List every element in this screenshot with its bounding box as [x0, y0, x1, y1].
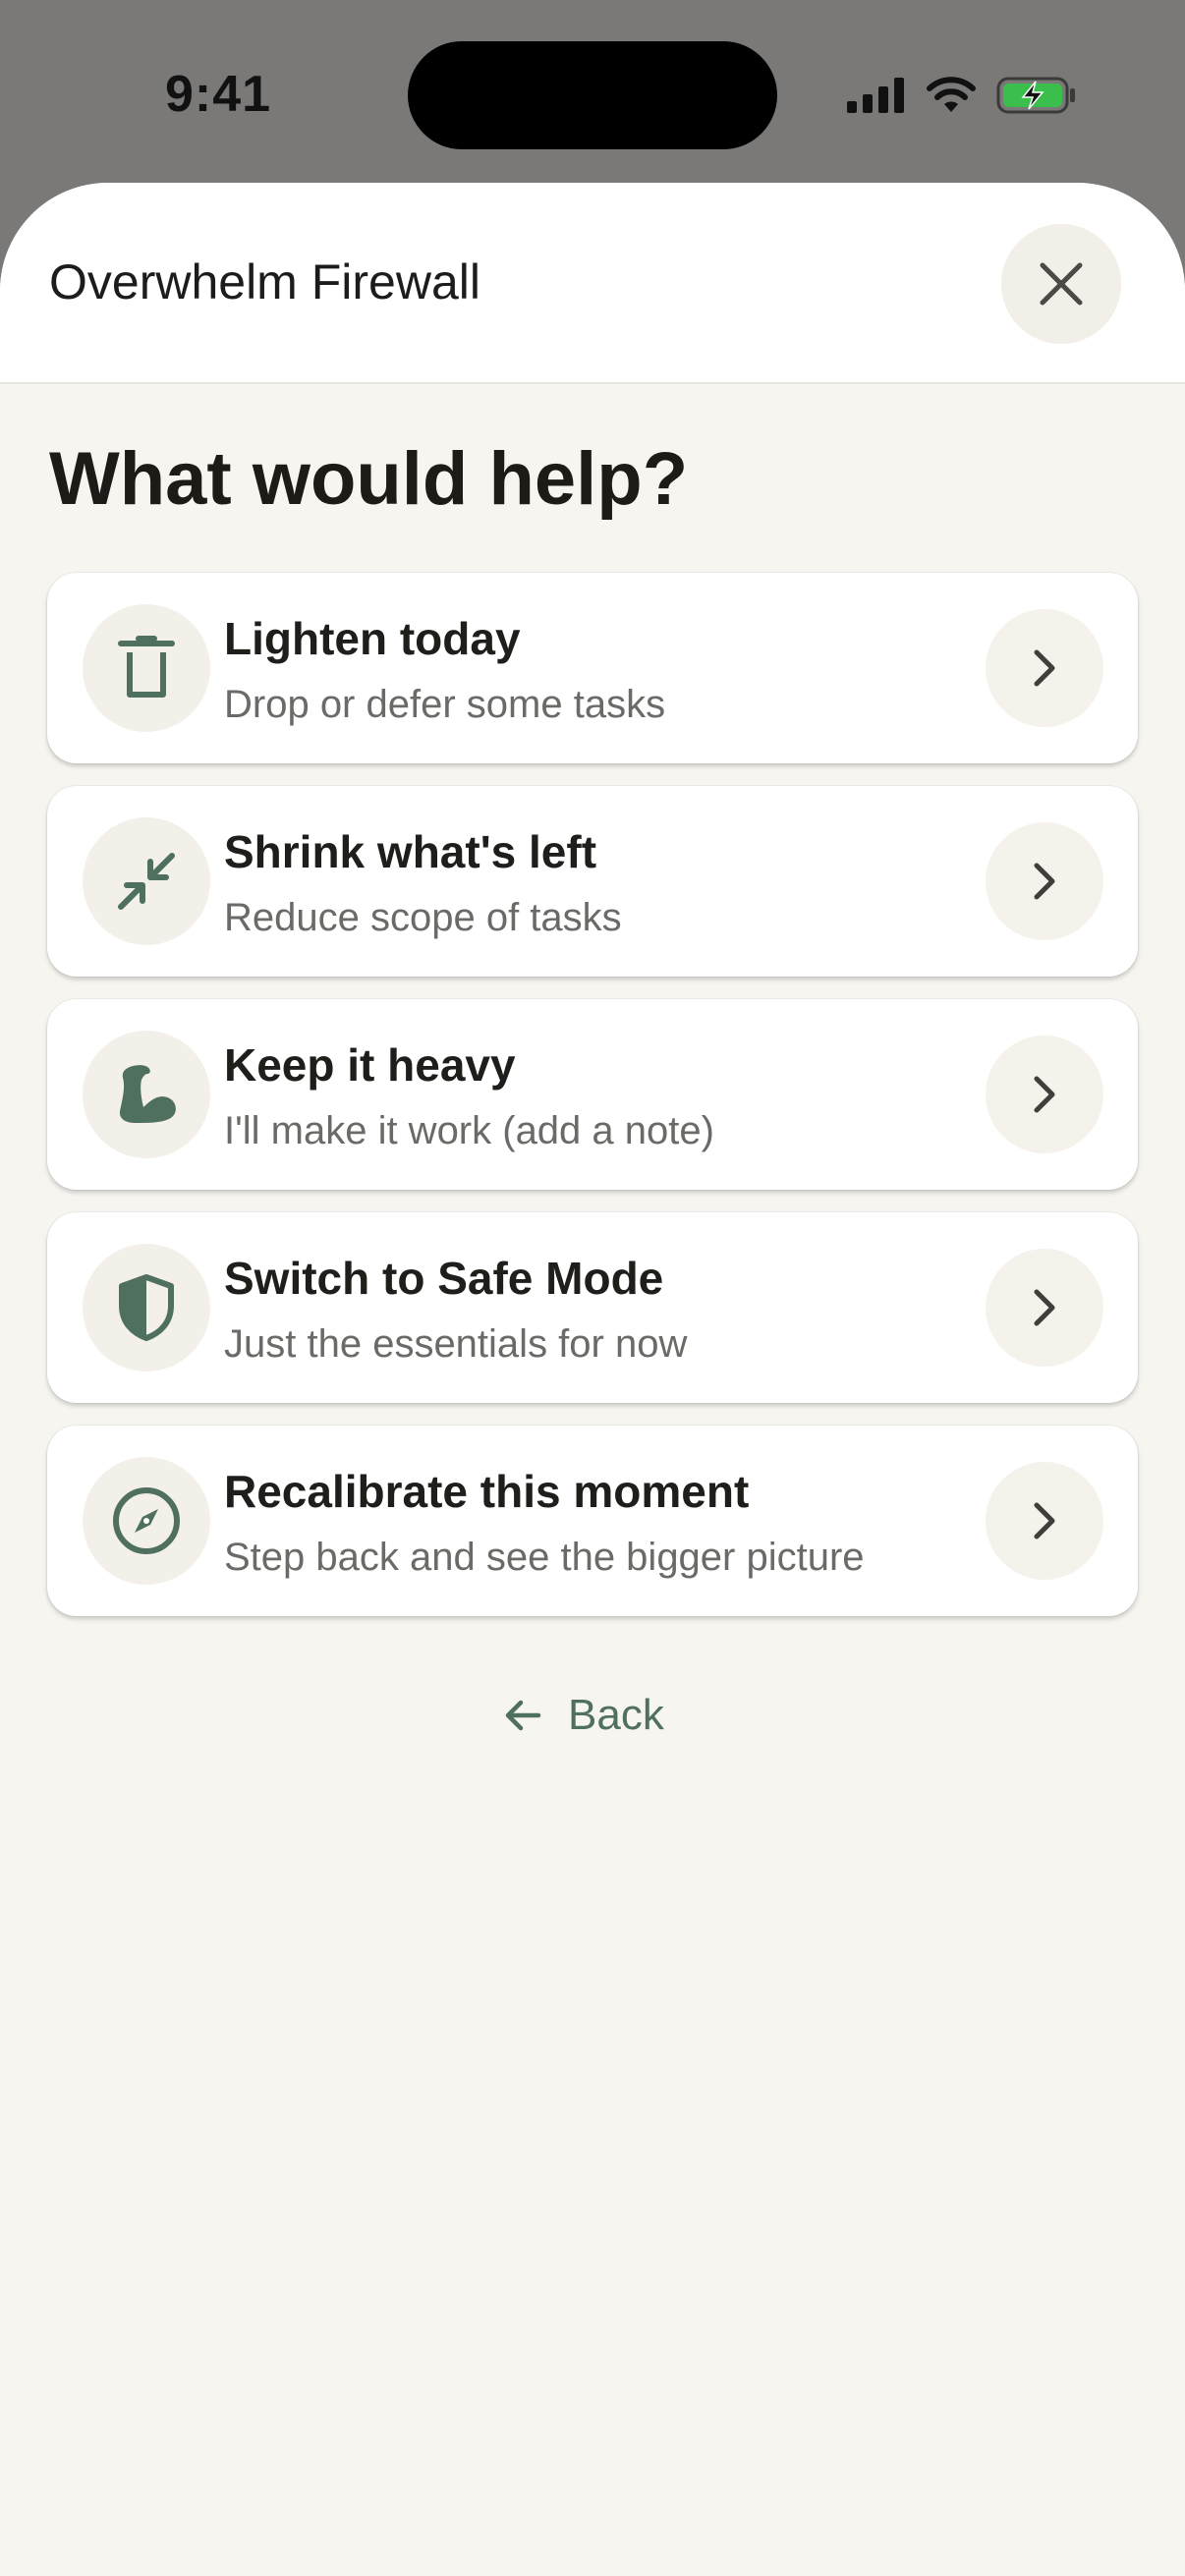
sheet-header: Overwhelm Firewall	[0, 183, 1185, 384]
option-title: Switch to Safe Mode	[224, 1253, 664, 1304]
compass-icon	[113, 1487, 180, 1554]
status-bar: 9:41	[0, 0, 1185, 187]
option-subtitle: Reduce scope of tasks	[224, 896, 622, 939]
option-lighten-today[interactable]: Lighten today Drop or defer some tasks	[47, 573, 1138, 763]
chevron-right-icon	[1034, 1289, 1055, 1326]
option-icon-container	[83, 817, 210, 945]
back-button[interactable]: Back	[503, 1686, 664, 1745]
chevron-right-icon	[1034, 649, 1055, 687]
option-title: Keep it heavy	[224, 1039, 516, 1091]
back-label: Back	[568, 1691, 664, 1739]
status-icons	[847, 71, 1077, 120]
wifi-icon	[927, 77, 976, 112]
shrink-arrows-icon	[118, 853, 175, 910]
option-title: Recalibrate this moment	[224, 1466, 750, 1517]
chevron-right-icon	[1034, 1076, 1055, 1113]
option-keep-it-heavy[interactable]: Keep it heavy I'll make it work (add a n…	[47, 999, 1138, 1190]
chevron-right-icon	[1034, 863, 1055, 900]
option-title: Lighten today	[224, 613, 521, 664]
chevron-right-button	[986, 1462, 1103, 1580]
option-title: Shrink what's left	[224, 826, 597, 877]
option-subtitle: Just the essentials for now	[224, 1322, 688, 1366]
option-icon-container	[83, 604, 210, 732]
chevron-right-button	[986, 1249, 1103, 1367]
cellular-signal-icon	[847, 78, 904, 113]
flexed-bicep-icon	[119, 1065, 176, 1123]
option-recalibrate[interactable]: Recalibrate this moment Step back and se…	[47, 1426, 1138, 1616]
arrow-left-icon	[505, 1700, 541, 1731]
shield-icon	[119, 1274, 174, 1341]
option-icon-container	[83, 1457, 210, 1585]
chevron-right-button	[986, 822, 1103, 940]
battery-charging-icon	[996, 77, 1075, 114]
page-heading: What would help?	[49, 437, 689, 521]
option-subtitle: Step back and see the bigger picture	[224, 1536, 865, 1579]
chevron-right-icon	[1034, 1502, 1055, 1540]
dynamic-island	[408, 41, 777, 149]
option-subtitle: Drop or defer some tasks	[224, 683, 666, 726]
overwhelm-sheet: Overwhelm Firewall What would help? Ligh…	[0, 183, 1185, 2576]
option-shrink-whats-left[interactable]: Shrink what's left Reduce scope of tasks	[47, 786, 1138, 977]
chevron-right-button	[986, 1036, 1103, 1153]
option-icon-container	[83, 1031, 210, 1158]
option-safe-mode[interactable]: Switch to Safe Mode Just the essentials …	[47, 1212, 1138, 1403]
close-icon	[1040, 262, 1083, 306]
close-button[interactable]	[1001, 224, 1121, 344]
option-subtitle: I'll make it work (add a note)	[224, 1109, 714, 1152]
chevron-right-button	[986, 609, 1103, 727]
sheet-title: Overwhelm Firewall	[49, 254, 480, 309]
status-time: 9:41	[165, 66, 272, 123]
options-list: Lighten today Drop or defer some tasks S…	[47, 573, 1138, 1639]
trash-icon	[118, 636, 175, 698]
option-icon-container	[83, 1244, 210, 1372]
